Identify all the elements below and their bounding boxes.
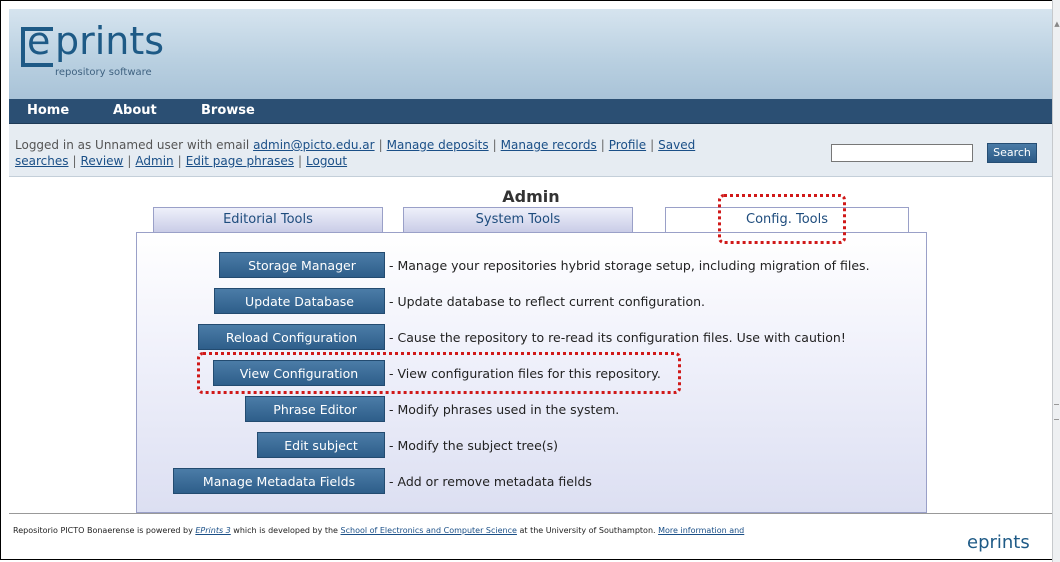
phrase-editor-button[interactable]: Phrase Editor [245, 396, 385, 422]
manage-metadata-fields-button[interactable]: Manage Metadata Fields [173, 468, 385, 494]
site-footer: Repositorio PICTO Bonaerense is powered … [9, 513, 1052, 559]
eprints-footer-link[interactable]: EPrints 3 [195, 526, 230, 535]
update-database-desc: - Update database to reflect current con… [389, 294, 705, 309]
logout-link[interactable]: Logout [306, 154, 347, 168]
update-database-button[interactable]: Update Database [214, 288, 385, 314]
logo-tagline: repository software [55, 67, 152, 78]
edit-page-phrases-link[interactable]: Edit page phrases [186, 154, 294, 168]
more-info-link[interactable]: More information and [658, 526, 744, 535]
reload-configuration-button[interactable]: Reload Configuration [198, 324, 385, 350]
reload-configuration-desc: - Cause the repository to re-read its co… [389, 330, 846, 345]
footer-eprints-logo[interactable]: eprints [967, 532, 1030, 553]
logo-e: e [27, 19, 51, 63]
edit-subject-desc: - Modify the subject tree(s) [389, 438, 559, 453]
view-configuration-highlight [197, 352, 681, 394]
nav-about[interactable]: About [113, 103, 157, 118]
browser-viewport: e prints repository software Home About … [0, 0, 1052, 560]
review-link[interactable]: Review [81, 154, 124, 168]
eprints-logo[interactable]: e prints repository software [21, 19, 191, 95]
user-bar-line-1: Logged in as Unnamed user with email adm… [15, 138, 696, 152]
vertical-scrollbar[interactable]: ▲ [1052, 0, 1060, 562]
nav-browse[interactable]: Browse [201, 103, 255, 118]
manage-metadata-fields-desc: - Add or remove metadata fields [389, 474, 592, 489]
scroll-grip-icon[interactable] [1054, 404, 1059, 420]
phrase-editor-desc: - Modify phrases used in the system. [389, 402, 620, 417]
user-email-link[interactable]: admin@picto.edu.ar [253, 138, 375, 152]
tab-system-tools[interactable]: System Tools [403, 207, 633, 233]
search-input[interactable] [831, 144, 973, 162]
scroll-up-arrow-icon[interactable]: ▲ [1054, 20, 1060, 28]
saved-searches-link-cont[interactable]: searches [15, 154, 69, 168]
site-header: e prints repository software [9, 9, 1052, 100]
storage-manager-desc: - Manage your repositories hybrid storag… [389, 258, 870, 273]
user-bar: Logged in as Unnamed user with email adm… [9, 124, 1052, 177]
page-title: Admin [502, 187, 560, 206]
profile-link[interactable]: Profile [609, 138, 646, 152]
storage-manager-button[interactable]: Storage Manager [219, 252, 385, 278]
nav-home[interactable]: Home [27, 103, 69, 118]
logo-text: prints [55, 19, 165, 63]
footer-text: Repositorio PICTO Bonaerense is powered … [13, 526, 745, 535]
saved-searches-link[interactable]: Saved [658, 138, 695, 152]
user-bar-line-2: searches | Review | Admin | Edit page phrases |… [15, 154, 348, 168]
manage-deposits-link[interactable]: Manage deposits [387, 138, 489, 152]
search-button[interactable]: Search [987, 143, 1037, 163]
tab-editorial-tools[interactable]: Editorial Tools [153, 207, 383, 233]
config-tools-highlight [718, 194, 846, 244]
logged-in-text: Logged in as Unnamed user with email [15, 138, 254, 152]
edit-subject-button[interactable]: Edit subject [257, 432, 385, 458]
main-nav: Home About Browse [9, 99, 1052, 124]
manage-records-link[interactable]: Manage records [501, 138, 597, 152]
admin-link[interactable]: Admin [135, 154, 173, 168]
ecs-link[interactable]: School of Electronics and Computer Scien… [341, 526, 517, 535]
